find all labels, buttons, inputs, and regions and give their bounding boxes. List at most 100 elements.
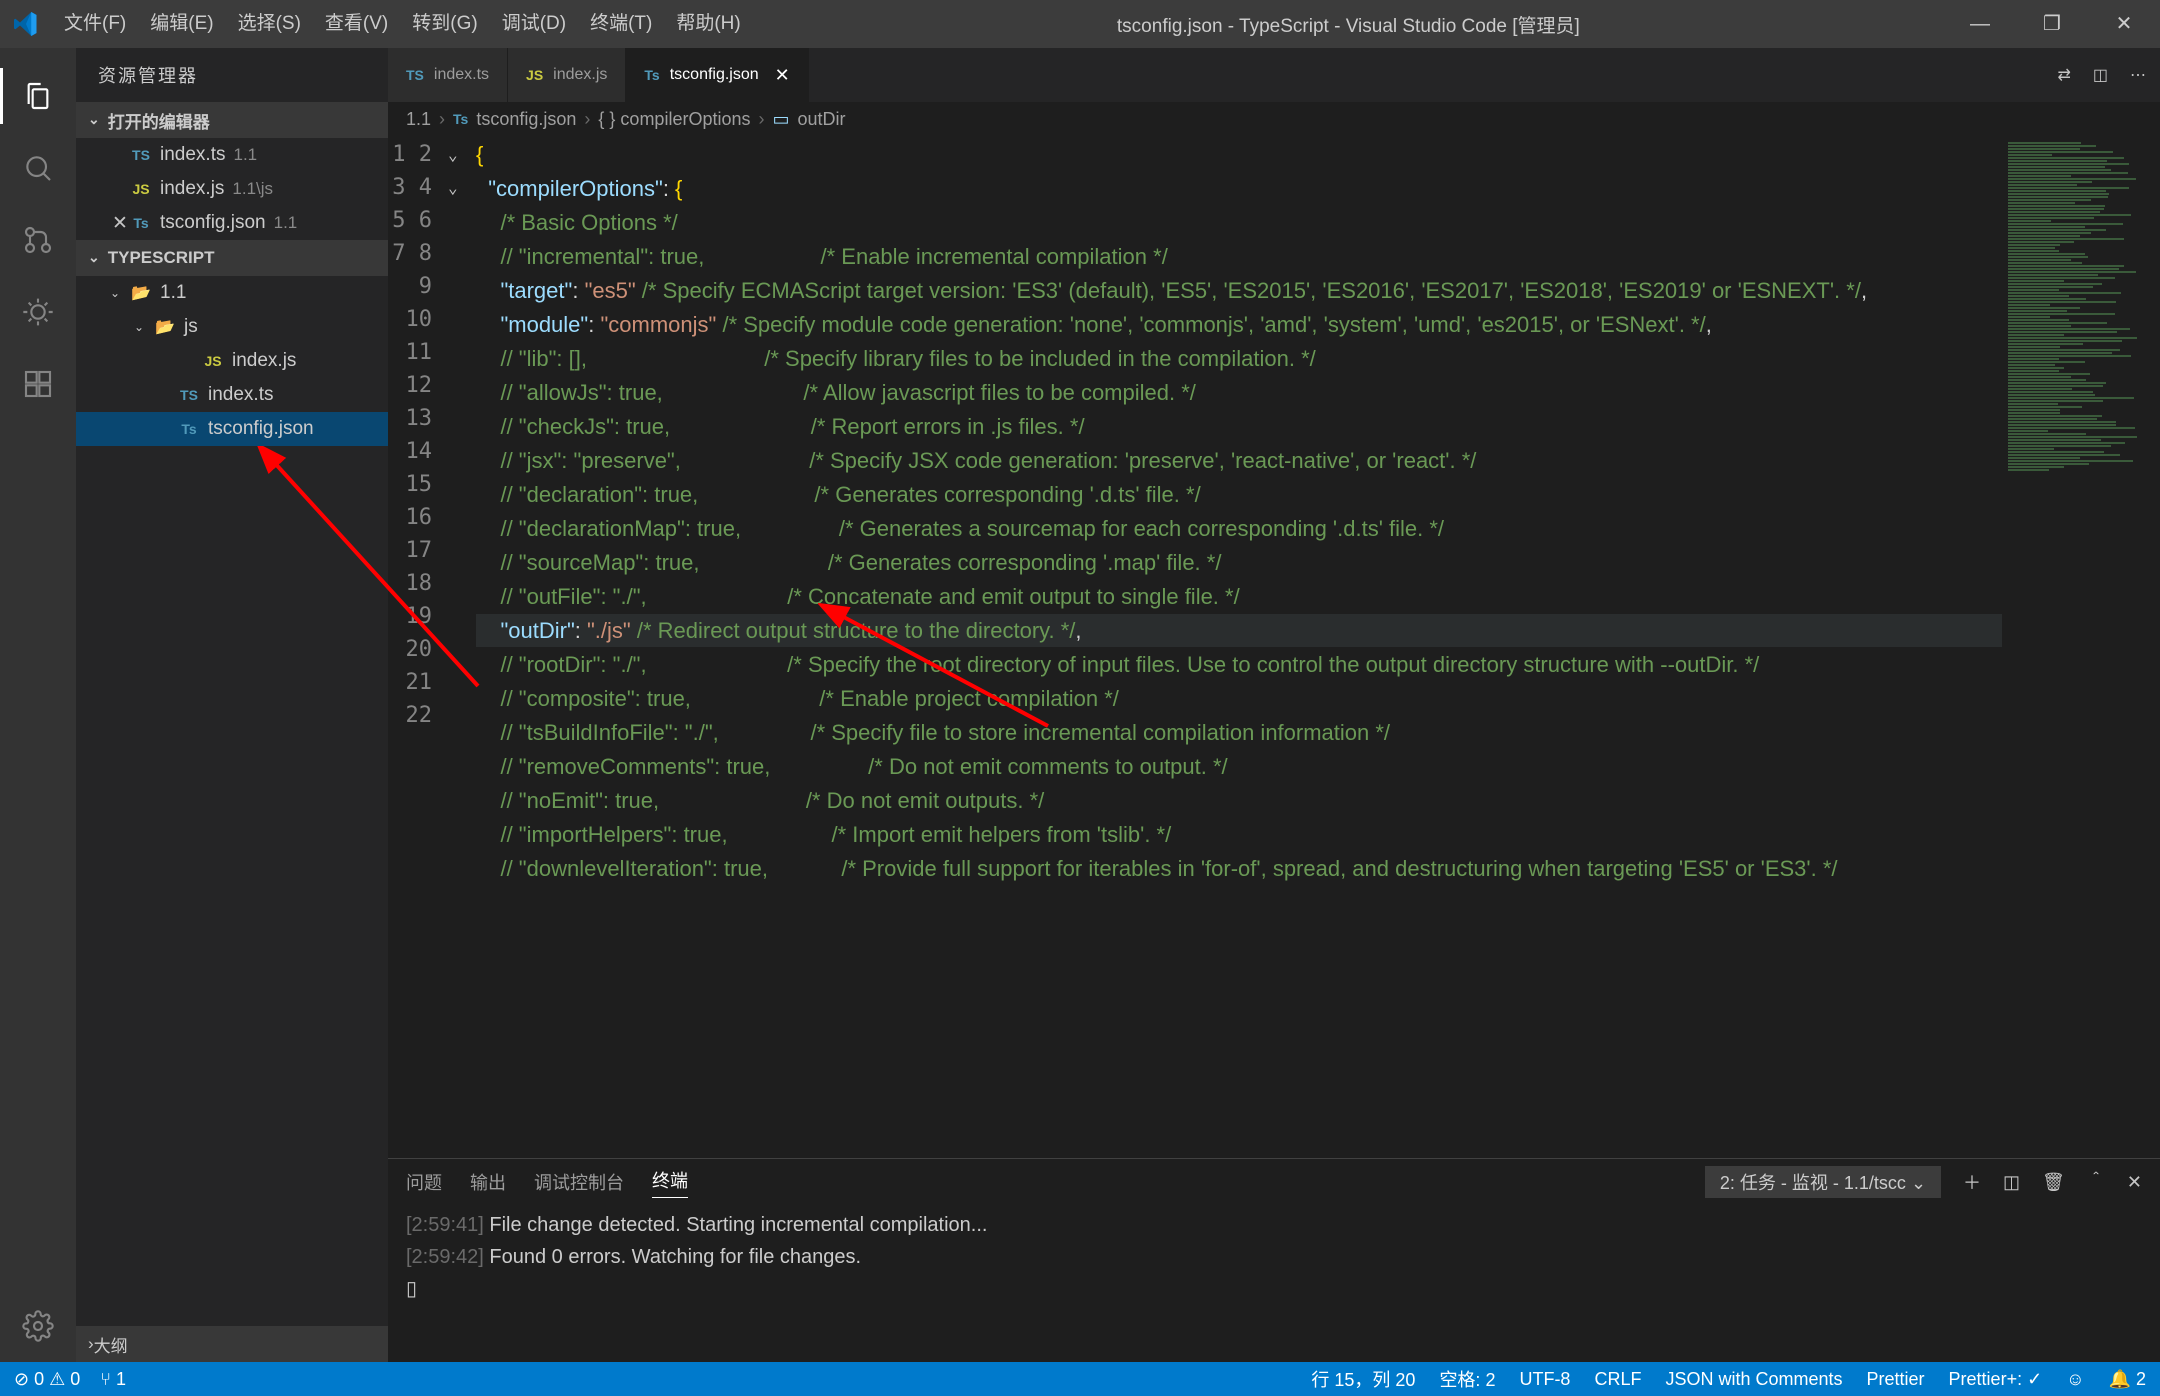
activity-extensions-icon[interactable]	[18, 364, 58, 404]
close-icon[interactable]: ✕	[775, 65, 790, 86]
file-tree-item[interactable]: Ts tsconfig.json	[76, 412, 388, 446]
tab-label: index.ts	[434, 66, 489, 84]
code-content[interactable]: { "compilerOptions": { /* Basic Options …	[472, 136, 2002, 1158]
code-editor[interactable]: 1 2 3 4 5 6 7 8 9 10 11 12 13 14 15 16 1…	[388, 136, 2160, 1158]
editor-tabs: TS index.ts JS index.js Ts tsconfig.json…	[388, 48, 2160, 102]
status-item[interactable]: Prettier	[1867, 1369, 1925, 1390]
line-numbers: 1 2 3 4 5 6 7 8 9 10 11 12 13 14 15 16 1…	[388, 136, 448, 1158]
file-name: index.js	[160, 178, 224, 200]
js-icon: JS	[526, 67, 543, 83]
activity-settings-icon[interactable]	[18, 1306, 58, 1346]
menu-file[interactable]: 文件(F)	[52, 0, 138, 48]
open-editor-item[interactable]: JS index.js 1.1\js	[76, 172, 388, 206]
status-item[interactable]: UTF-8	[1519, 1369, 1570, 1390]
vscode-icon	[14, 12, 38, 36]
editor-tab[interactable]: Ts tsconfig.json ✕	[626, 48, 808, 102]
open-editor-item[interactable]: ✕ Ts tsconfig.json 1.1	[76, 206, 388, 240]
menu-terminal[interactable]: 终端(T)	[578, 0, 664, 48]
activity-search-icon[interactable]	[18, 148, 58, 188]
file-tree-item[interactable]: JS index.js	[76, 344, 388, 378]
file-tree: ⌄ 📂 1.1 ⌄ 📂 js JS index.js TS index.ts T…	[76, 276, 388, 1326]
section-outline[interactable]: › 大纲	[76, 1326, 388, 1362]
status-item[interactable]: CRLF	[1594, 1369, 1641, 1390]
menu-view[interactable]: 查看(V)	[313, 0, 400, 48]
panel-tabs: 问题 输出 调试控制台 终端 2: 任务 - 监视 - 1.1/tscc ⌄ ＋…	[388, 1159, 2160, 1205]
section-workspace[interactable]: ⌄ TYPESCRIPT	[76, 240, 388, 276]
ts-icon: TS	[178, 387, 200, 403]
crumb-symbol[interactable]: { } compilerOptions	[598, 109, 750, 130]
activity-scm-icon[interactable]	[18, 220, 58, 260]
status-item[interactable]: 🔔 2	[2109, 1369, 2146, 1390]
ts-icon: TS	[130, 147, 152, 163]
file-tree-item[interactable]: TS index.ts	[76, 378, 388, 412]
status-item[interactable]: 行 15，列 20	[1311, 1366, 1415, 1392]
crumb-symbol[interactable]: outDir	[798, 109, 846, 130]
menu-select[interactable]: 选择(S)	[226, 0, 313, 48]
fold-gutter[interactable]: ⌄ ⌄	[448, 136, 472, 1158]
outline-label: 大纲	[94, 1332, 128, 1357]
menu-bar: 文件(F) 编辑(E) 选择(S) 查看(V) 转到(G) 调试(D) 终端(T…	[52, 0, 753, 48]
open-editors-label: 打开的编辑器	[108, 108, 210, 133]
activity-debug-icon[interactable]	[18, 292, 58, 332]
split-terminal-icon[interactable]: ◫	[2003, 1172, 2020, 1193]
panel-tab-problems[interactable]: 问题	[406, 1169, 442, 1195]
activity-explorer-icon[interactable]	[18, 76, 58, 116]
js-icon: JS	[202, 353, 224, 369]
close-panel-icon[interactable]: ✕	[2127, 1172, 2142, 1193]
menu-debug[interactable]: 调试(D)	[490, 0, 578, 48]
new-terminal-icon[interactable]: ＋	[1963, 1169, 1981, 1195]
file-path: 1.1	[233, 145, 257, 165]
json-icon: Ts	[130, 215, 152, 231]
open-editor-item[interactable]: TS index.ts 1.1	[76, 138, 388, 172]
sidebar-explorer: 资源管理器 ⌄ 打开的编辑器 TS index.ts 1.1 JS index.…	[76, 48, 388, 1362]
menu-goto[interactable]: 转到(G)	[400, 0, 489, 48]
panel-tab-debug[interactable]: 调试控制台	[534, 1169, 624, 1195]
close-window-button[interactable]: ✕	[2088, 0, 2160, 48]
folder-js[interactable]: ⌄ 📂 js	[76, 310, 388, 344]
status-bar: ⊘ 0 ⚠ 0 ⑂ 1 行 15，列 20 空格: 2 UTF-8 CRLF JSON …	[0, 1362, 2160, 1396]
split-editor-icon[interactable]: ◫	[2093, 65, 2108, 85]
file-name: tsconfig.json	[160, 212, 266, 234]
editor-group: TS index.ts JS index.js Ts tsconfig.json…	[388, 48, 2160, 1362]
close-icon[interactable]: ✕	[110, 212, 130, 235]
panel-tab-terminal[interactable]: 终端	[652, 1167, 688, 1198]
tab-actions: ⇄ ◫ ⋯	[2057, 48, 2160, 102]
panel-tab-output[interactable]: 输出	[470, 1169, 506, 1195]
maximize-button[interactable]: ❐	[2016, 0, 2088, 48]
breadcrumbs[interactable]: 1.1› Ts tsconfig.json› { } compilerOptio…	[388, 102, 2160, 136]
chevron-down-icon: ⌄	[134, 320, 154, 334]
minimap[interactable]	[2002, 136, 2160, 1158]
chevron-down-icon: ⌄	[110, 286, 130, 300]
status-item[interactable]: 空格: 2	[1439, 1366, 1495, 1392]
folder-1-1[interactable]: ⌄ 📂 1.1	[76, 276, 388, 310]
activity-bar	[0, 48, 76, 1362]
status-problems[interactable]: ⊘ 0 ⚠ 0	[14, 1369, 80, 1390]
file-path: 1.1	[274, 213, 298, 233]
menu-edit[interactable]: 编辑(E)	[138, 0, 225, 48]
js-icon: JS	[130, 181, 152, 197]
section-open-editors[interactable]: ⌄ 打开的编辑器	[76, 102, 388, 138]
more-actions-icon[interactable]: ⋯	[2130, 65, 2146, 85]
compare-changes-icon[interactable]: ⇄	[2057, 65, 2070, 85]
file-path: 1.1\js	[232, 179, 273, 199]
menu-help[interactable]: 帮助(H)	[664, 0, 752, 48]
editor-tab[interactable]: JS index.js	[508, 48, 626, 102]
terminal-output[interactable]: [2:59:41] File change detected. Starting…	[388, 1205, 2160, 1362]
maximize-panel-icon[interactable]: ＾	[2087, 1169, 2105, 1195]
file-name: tsconfig.json	[208, 418, 314, 440]
window-controls: — ❐ ✕	[1944, 0, 2160, 48]
status-item[interactable]: ☺	[2066, 1369, 2084, 1390]
editor-tab[interactable]: TS index.ts	[388, 48, 508, 102]
terminal-selector[interactable]: 2: 任务 - 监视 - 1.1/tscc ⌄	[1705, 1166, 1941, 1198]
status-item[interactable]: JSON with Comments	[1665, 1369, 1842, 1390]
status-item[interactable]: Prettier+: ✓	[1949, 1369, 2043, 1390]
crumb-folder[interactable]: 1.1	[406, 109, 431, 130]
folder-label: 1.1	[160, 282, 186, 304]
file-name: index.ts	[160, 144, 225, 166]
kill-terminal-icon[interactable]: 🗑	[2042, 1172, 2065, 1193]
crumb-file[interactable]: tsconfig.json	[476, 109, 576, 130]
file-name: index.ts	[208, 384, 273, 406]
tab-label: index.js	[553, 66, 607, 84]
minimize-button[interactable]: —	[1944, 0, 2016, 48]
status-git[interactable]: ⑂ 1	[100, 1369, 126, 1390]
